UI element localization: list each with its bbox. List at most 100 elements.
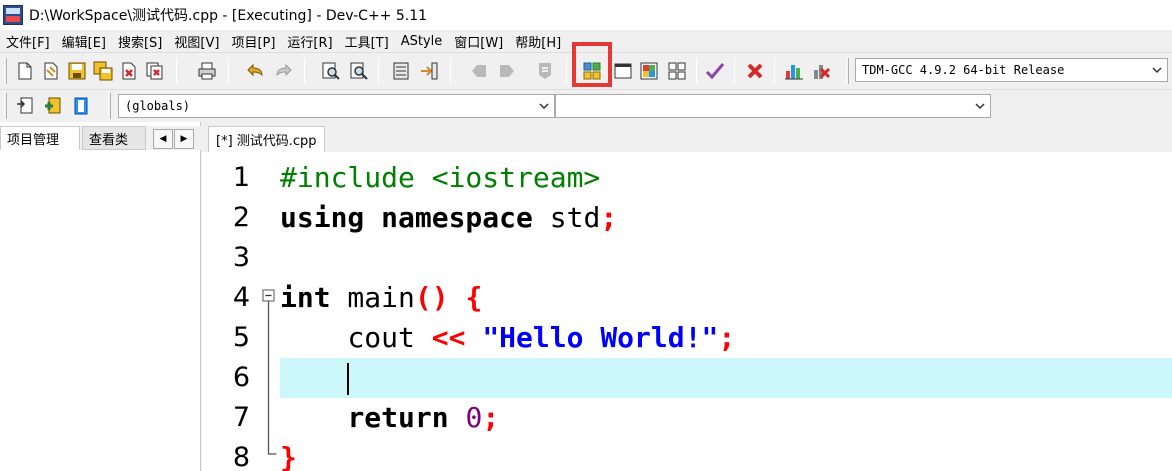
close-all-icon[interactable] xyxy=(144,60,166,82)
color-panel-icon[interactable] xyxy=(638,60,660,82)
bookmark-prev-icon[interactable] xyxy=(468,60,490,82)
close-file-icon[interactable] xyxy=(118,60,140,82)
toolbar-separator xyxy=(734,58,735,84)
compiler-select[interactable]: TDM-GCC 4.9.2 64-bit Release xyxy=(855,58,1168,82)
tab-source-file[interactable]: [*] 测试代码.cpp xyxy=(208,126,325,152)
title-bar: D:\WorkSpace\测试代码.cpp - [Executing] - De… xyxy=(0,0,1172,30)
code-line-4: int main() { xyxy=(280,278,1172,318)
code-line-8: } xyxy=(280,438,1172,471)
toolbar-grip[interactable] xyxy=(846,58,849,84)
tab-label: [*] 测试代码.cpp xyxy=(216,134,317,149)
toolbar-separator xyxy=(696,58,697,84)
project-panel: 项目管理 查看类 ◀ ▶ xyxy=(0,122,201,471)
menu-edit[interactable]: 编辑[E] xyxy=(56,32,112,51)
scope-select[interactable]: (globals) xyxy=(118,94,555,118)
project-options-icon[interactable] xyxy=(70,95,92,117)
window-title: D:\WorkSpace\测试代码.cpp - [Executing] - De… xyxy=(29,8,428,24)
project-panel-tabs: 项目管理 查看类 ◀ ▶ xyxy=(0,126,201,150)
member-select[interactable] xyxy=(555,94,991,118)
chevron-down-icon xyxy=(539,103,549,110)
bookmark-toggle-icon[interactable] xyxy=(534,60,556,82)
toolbar-separator xyxy=(378,58,379,84)
print-icon[interactable] xyxy=(196,60,218,82)
stop-execution-icon[interactable] xyxy=(744,60,766,82)
code-line-6-current xyxy=(280,358,1172,398)
menu-search[interactable]: 搜索[S] xyxy=(112,32,168,51)
menu-view[interactable]: 视图[V] xyxy=(168,32,225,51)
fullscreen-icon[interactable] xyxy=(612,60,634,82)
line-number: 5 xyxy=(232,322,250,353)
toolbar-grip[interactable] xyxy=(4,93,7,119)
save-icon[interactable] xyxy=(66,60,88,82)
indent-icon[interactable] xyxy=(390,60,412,82)
line-number-gutter: 1 2 3 4 5 6 7 8 xyxy=(202,152,258,471)
tab-class-browser[interactable]: 查看类 xyxy=(82,126,146,150)
code-token: std xyxy=(532,201,601,234)
tab-label: 项目管理 xyxy=(7,133,60,148)
code-token: using namespace xyxy=(280,201,533,234)
code-line-2: using namespace std; xyxy=(280,198,1172,238)
menu-window[interactable]: 窗口[W] xyxy=(448,32,509,51)
line-number: 7 xyxy=(232,402,250,433)
undo-icon[interactable] xyxy=(245,60,267,82)
tab-scroll-left-button[interactable]: ◀ xyxy=(153,129,173,149)
check-syntax-icon[interactable] xyxy=(704,60,726,82)
code-area[interactable]: #include <iostream> using namespace std;… xyxy=(280,152,1172,471)
line-number: 1 xyxy=(232,162,250,193)
add-to-project-icon[interactable] xyxy=(42,95,64,117)
replace-icon[interactable] xyxy=(348,60,370,82)
code-line-1: #include <iostream> xyxy=(280,158,1172,198)
profile-chart-icon[interactable] xyxy=(783,60,805,82)
line-number: 6 xyxy=(232,362,250,393)
line-number: 2 xyxy=(232,202,250,233)
insert-icon[interactable] xyxy=(14,95,36,117)
code-line-5: cout << "Hello World!"; xyxy=(280,318,1172,358)
compiler-select-value: TDM-GCC 4.9.2 64-bit Release xyxy=(862,63,1065,77)
toolbar-separator xyxy=(228,58,229,84)
scope-select-value: (globals) xyxy=(125,99,191,113)
editor-tab-bar: [*] 测试代码.cpp xyxy=(202,122,1172,152)
highlight-box xyxy=(572,42,612,87)
tab-project-manager[interactable]: 项目管理 xyxy=(0,126,80,150)
code-token: ; xyxy=(600,201,618,234)
fold-gutter xyxy=(258,152,280,471)
code-token: int xyxy=(280,281,331,314)
tile-icon[interactable] xyxy=(666,60,688,82)
code-line-7: return 0; xyxy=(280,398,1172,438)
triangle-left-icon: ◀ xyxy=(159,134,167,144)
toolbar-grip[interactable] xyxy=(108,93,111,119)
code-token: #include <iostream> xyxy=(280,161,601,194)
code-editor[interactable]: 1 2 3 4 5 6 7 8 #include <iostream> usin… xyxy=(202,152,1172,471)
menu-run[interactable]: 运行[R] xyxy=(281,32,338,51)
open-file-icon[interactable] xyxy=(40,60,62,82)
code-token: 0 xyxy=(465,401,483,434)
menu-project[interactable]: 项目[P] xyxy=(225,32,281,51)
toolbar-separator xyxy=(450,58,451,84)
find-icon[interactable] xyxy=(320,60,342,82)
menu-file[interactable]: 文件[F] xyxy=(6,32,56,51)
delete-profile-icon[interactable] xyxy=(811,60,833,82)
code-token: "Hello World!" xyxy=(482,321,719,354)
main-toolbar: TDM-GCC 4.9.2 64-bit Release xyxy=(0,42,1172,89)
code-token: return xyxy=(347,401,449,434)
code-token: () xyxy=(414,281,449,314)
bookmark-next-icon[interactable] xyxy=(496,60,518,82)
tab-scroll-right-button[interactable]: ▶ xyxy=(174,129,194,149)
menu-astyle[interactable]: AStyle xyxy=(395,34,449,49)
text-caret xyxy=(347,363,350,395)
goto-line-icon[interactable] xyxy=(418,60,440,82)
fold-collapse-button[interactable] xyxy=(263,290,274,301)
menu-help[interactable]: 帮助[H] xyxy=(509,32,567,51)
code-token: ; xyxy=(482,401,500,434)
menu-tools[interactable]: 工具[T] xyxy=(339,32,395,51)
code-token: main xyxy=(330,281,415,314)
triangle-right-icon: ▶ xyxy=(180,134,188,144)
toolbar-separator xyxy=(566,58,567,84)
toolbar-grip[interactable] xyxy=(4,58,7,84)
redo-icon[interactable] xyxy=(272,60,294,82)
save-all-icon[interactable] xyxy=(92,60,114,82)
devcpp-app-icon xyxy=(3,5,23,25)
toolbar-separator xyxy=(774,58,775,84)
new-file-icon[interactable] xyxy=(14,60,36,82)
